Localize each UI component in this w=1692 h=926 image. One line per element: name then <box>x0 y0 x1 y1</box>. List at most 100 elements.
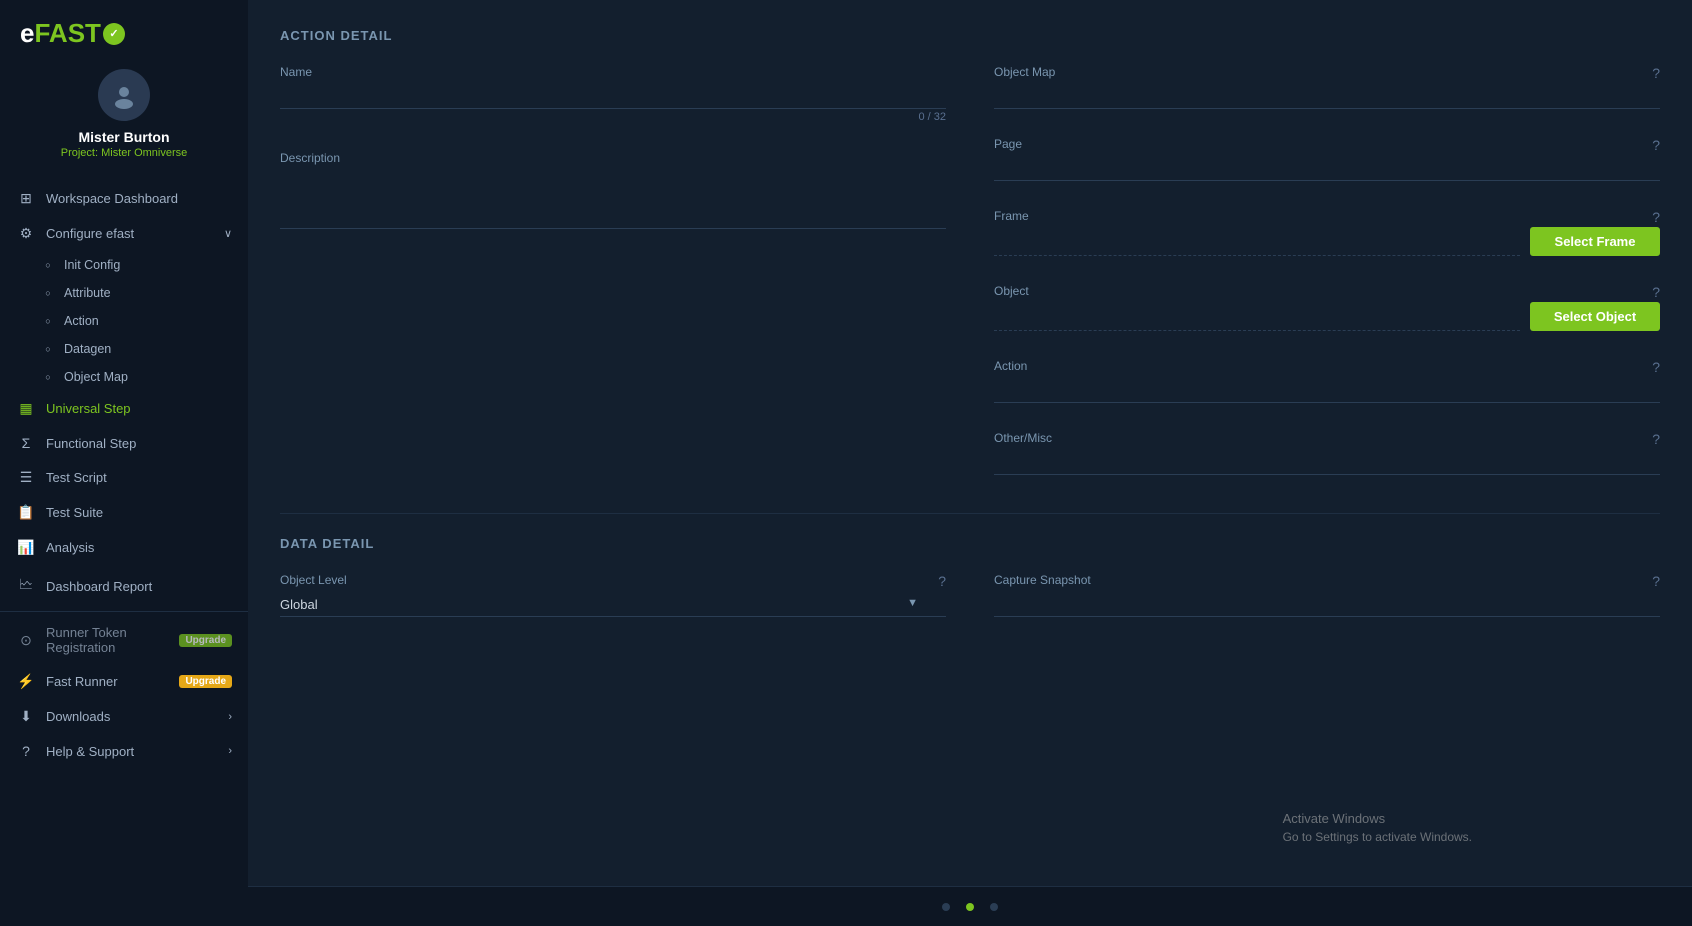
sidebar: eFAST ✓ Mister Burton Project: Mister Om… <box>0 0 248 926</box>
circle-icon: ○ <box>40 344 56 354</box>
token-icon: ⊙ <box>16 632 36 649</box>
sidebar-item-downloads[interactable]: ⬇ Downloads › <box>0 699 248 734</box>
object-map-field: Object Map ? <box>994 65 1660 109</box>
sidebar-item-configure-efast[interactable]: ⚙ Configure efast ∨ <box>0 216 248 251</box>
circle-icon: ○ <box>40 260 56 270</box>
logo-icon: ✓ <box>103 23 125 45</box>
sidebar-item-datagen[interactable]: ○ Datagen <box>30 335 248 363</box>
sigma-icon: Σ <box>16 435 36 451</box>
sidebar-label: Downloads <box>46 709 224 724</box>
name-field: Name 0 / 32 <box>280 65 946 123</box>
other-misc-input[interactable] <box>994 449 1660 475</box>
other-misc-field: Other/Misc ? <box>994 431 1660 475</box>
chevron-down-icon: ∨ <box>224 227 232 240</box>
sidebar-label: Workspace Dashboard <box>46 191 232 206</box>
name-char-count: 0 / 32 <box>280 111 946 123</box>
sidebar-item-init-config[interactable]: ○ Init Config <box>30 251 248 279</box>
page-help-icon[interactable]: ? <box>1652 137 1660 153</box>
list-icon: ☰ <box>16 469 36 486</box>
sidebar-item-attribute[interactable]: ○ Attribute <box>30 279 248 307</box>
object-help-icon[interactable]: ? <box>1652 284 1660 300</box>
sidebar-label: Action <box>64 314 234 328</box>
chart-icon: 📊 <box>16 539 36 556</box>
sidebar-item-dashboard-report[interactable]: 🗠 Dashboard Report <box>0 565 248 607</box>
page-input[interactable] <box>994 155 1660 181</box>
sidebar-item-test-script[interactable]: ☰ Test Script <box>0 460 248 495</box>
download-icon: ⬇ <box>16 708 36 725</box>
user-section: Mister Burton Project: Mister Omniverse <box>0 59 248 175</box>
sidebar-item-analysis[interactable]: 📊 Analysis <box>0 530 248 565</box>
description-input[interactable] <box>280 169 946 229</box>
name-input[interactable] <box>280 83 946 109</box>
frame-input[interactable] <box>994 230 1520 256</box>
object-input-group: Select Object <box>994 302 1660 331</box>
logo-text: eFAST <box>20 18 101 49</box>
configure-submenu: ○ Init Config ○ Attribute ○ Action ○ Dat… <box>0 251 248 391</box>
sidebar-nav: ⊞ Workspace Dashboard ⚙ Configure efast … <box>0 175 248 916</box>
help-icon: ? <box>16 743 36 759</box>
object-input[interactable] <box>994 305 1520 331</box>
frame-label: Frame <box>994 209 1660 223</box>
sidebar-item-object-map[interactable]: ○ Object Map <box>30 363 248 391</box>
sidebar-label: Attribute <box>64 286 234 300</box>
user-project: Project: Mister Omniverse <box>61 147 188 159</box>
indicator-dot <box>990 903 998 911</box>
upgrade-badge-orange: Upgrade <box>179 675 232 688</box>
indicator-dot <box>942 903 950 911</box>
sidebar-label: Test Script <box>46 470 232 485</box>
report-icon: 🗠 <box>16 574 36 598</box>
page-label: Page <box>994 137 1660 151</box>
data-detail-title: DATA DETAIL <box>280 536 1660 551</box>
frame-input-group: Select Frame <box>994 227 1660 256</box>
logo-fast: FAST <box>34 18 100 48</box>
sidebar-item-help-support[interactable]: ? Help & Support › <box>0 734 248 768</box>
action-detail-form: Name 0 / 32 Description Object Map ? <box>280 65 1660 503</box>
other-misc-help-icon[interactable]: ? <box>1652 431 1660 447</box>
bottom-bar <box>248 886 1692 926</box>
sidebar-label: Runner Token Registration <box>46 625 173 655</box>
sidebar-item-universal-step[interactable]: ▦ Universal Step <box>0 391 248 426</box>
chevron-right-icon: › <box>228 711 232 723</box>
section-divider <box>280 513 1660 514</box>
other-misc-label: Other/Misc <box>994 431 1660 445</box>
object-level-label: Object Level <box>280 573 946 587</box>
object-level-select[interactable]: Global <box>280 591 946 617</box>
sidebar-label: Datagen <box>64 342 234 356</box>
sidebar-label: Universal Step <box>46 401 232 416</box>
sidebar-label: Functional Step <box>46 436 232 451</box>
select-frame-button[interactable]: Select Frame <box>1530 227 1660 256</box>
object-map-help-icon[interactable]: ? <box>1652 65 1660 81</box>
capture-snapshot-input[interactable] <box>994 591 1660 617</box>
action-detail-title: ACTION DETAIL <box>280 28 1660 43</box>
object-level-help-icon[interactable]: ? <box>938 573 946 589</box>
chevron-right-icon: › <box>228 745 232 757</box>
object-map-label: Object Map <box>994 65 1660 79</box>
user-name: Mister Burton <box>79 129 170 145</box>
sidebar-label: Fast Runner <box>46 674 173 689</box>
sidebar-item-functional-step[interactable]: Σ Functional Step <box>0 426 248 460</box>
object-level-field: Object Level Global ▼ ? <box>280 573 946 617</box>
avatar <box>98 69 150 121</box>
sidebar-item-test-suite[interactable]: 📋 Test Suite <box>0 495 248 530</box>
sidebar-label: Configure efast <box>46 226 220 241</box>
sidebar-item-fast-runner[interactable]: ⚡ Fast Runner Upgrade <box>0 664 248 699</box>
clipboard-icon: 📋 <box>16 504 36 521</box>
capture-snapshot-field: Capture Snapshot ? <box>994 573 1660 617</box>
sidebar-label: Init Config <box>64 258 234 272</box>
sidebar-item-runner-token[interactable]: ⊙ Runner Token Registration Upgrade <box>0 616 248 664</box>
indicator-dot-active <box>966 903 974 911</box>
frame-field: Frame Select Frame ? <box>994 209 1660 256</box>
lightning-icon: ⚡ <box>16 673 36 690</box>
select-object-button[interactable]: Select Object <box>1530 302 1660 331</box>
action-input[interactable] <box>994 377 1660 403</box>
frame-help-icon[interactable]: ? <box>1652 209 1660 225</box>
sidebar-item-workspace-dashboard[interactable]: ⊞ Workspace Dashboard <box>0 181 248 216</box>
gear-icon: ⚙ <box>16 225 36 242</box>
object-field: Object Select Object ? <box>994 284 1660 331</box>
capture-snapshot-help-icon[interactable]: ? <box>1652 573 1660 589</box>
logo-area: eFAST ✓ <box>0 0 248 59</box>
action-help-icon[interactable]: ? <box>1652 359 1660 375</box>
sidebar-item-action[interactable]: ○ Action <box>30 307 248 335</box>
object-map-input[interactable] <box>994 83 1660 109</box>
sidebar-label: Object Map <box>64 370 234 384</box>
